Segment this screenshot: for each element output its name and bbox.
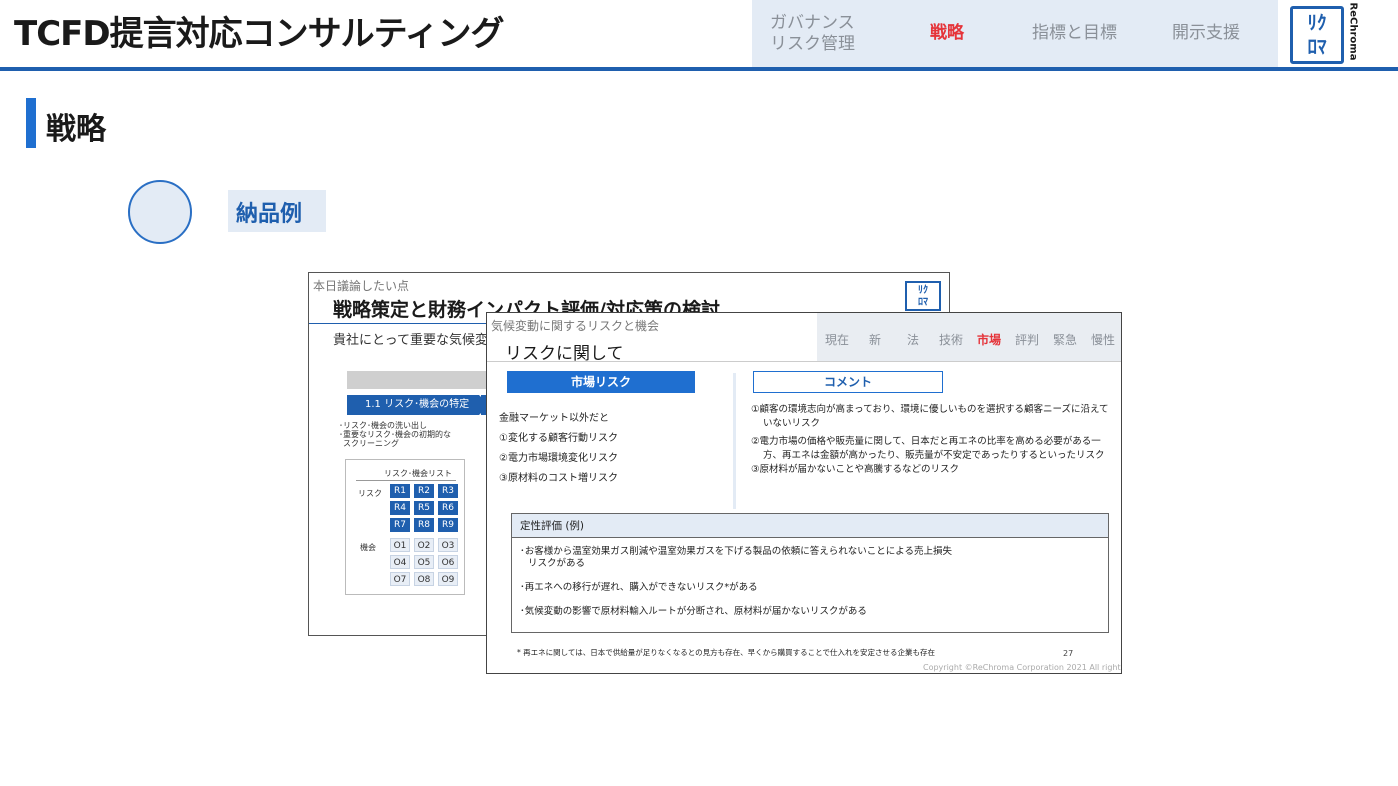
comment-line: いないリスク [763, 418, 821, 429]
opportunity-cell: O6 [438, 555, 458, 569]
evaluation-header: 定性評価 (例) [512, 514, 1108, 538]
nav-governance-label: ガバナンス [770, 13, 855, 33]
comment-header: コメント [753, 371, 943, 393]
market-risk-list: 金融マーケット以外だと ①変化する顧客行動リスク ②電力市場環境変化リスク ③原… [499, 409, 618, 489]
page-title: TCFD提言対応コンサルティング [14, 14, 505, 54]
deliverable-label: 納品例 [228, 190, 326, 232]
opportunity-cell: O5 [414, 555, 434, 569]
list-title: リスク･機会リスト [384, 469, 452, 478]
comment-line: ②電力市場の価格や販売量に関して、日本だと再エネの比率を高める必要がある一 [751, 436, 1101, 447]
logo-mark: ﾘｸ ﾛﾏ [1290, 6, 1344, 64]
evaluation-item: ･再エネへの移行が遅れ、購入ができないリスク*がある [520, 582, 758, 593]
comment-line: ①顧客の環境志向が高まっており、環境に優しいものを選択する顧客ニーズに沿えて [751, 404, 1109, 415]
nav-risk-label: リスク管理 [770, 34, 855, 54]
tab-reputation: 評判 [1015, 333, 1040, 347]
market-risk-header: 市場リスク [507, 371, 695, 393]
opportunity-cell: O3 [438, 538, 458, 552]
section-title: 戦略 [46, 112, 106, 147]
opportunity-cell: O2 [414, 538, 434, 552]
risk-cell: R9 [438, 518, 458, 532]
nav-metrics-targets[interactable]: 指標と目標 [1032, 23, 1117, 44]
step-bullet: ･重要なリスク･機会の初期的な [339, 430, 451, 439]
slide-tabs: 現在 新 法 技術 市場 評判 緊急 慢性 [817, 313, 1121, 361]
risk-row-label: リスク [358, 489, 382, 498]
step-bullet: スクリーニング [343, 439, 399, 448]
column-divider [733, 373, 736, 509]
risk-cell: R8 [414, 518, 434, 532]
evaluation-item: ･気候変動の影響で原材料輸入ルートが分断され、原材料が届かないリスクがある [520, 606, 867, 617]
step-bullet: ･リスク･機会の洗い出し [339, 421, 427, 430]
logo-line1: ﾘｸ [1307, 12, 1327, 34]
nav-governance-risk[interactable]: ガバナンス リスク管理 [770, 13, 880, 55]
nav-strategy[interactable]: 戦略 [930, 23, 964, 44]
market-risk-item: ②電力市場環境変化リスク [499, 453, 618, 464]
step-bullets: ･リスク･機会の洗い出し ･重要なリスク･機会の初期的な スクリーニング [339, 421, 451, 448]
comment-line: ③原材料が届かないことや高騰するなどのリスク [751, 464, 960, 475]
logo-wordmark-text: ReChroma [1347, 2, 1359, 61]
logo-wordmark: ReChroma [1344, 2, 1362, 66]
slide-footnote: * 再エネに関しては、日本で供給量が足りなくなるとの見方も存在、早くから購買する… [517, 648, 935, 657]
risk-cell: R4 [390, 501, 410, 515]
tab-acute: 緊急 [1053, 333, 1078, 347]
list-divider [356, 480, 456, 481]
opportunity-cell: O7 [390, 572, 410, 586]
tab-law: 法 [907, 333, 920, 347]
slide-kicker: 本日議論したい点 [313, 279, 410, 293]
risk-cell: R1 [390, 484, 410, 498]
company-logo[interactable]: ﾘｸ ﾛﾏ ReChroma [1286, 2, 1362, 66]
slide-copyright: Copyright ©ReChroma Corporation 2021 All… [923, 663, 1121, 672]
opportunity-cell: O4 [390, 555, 410, 569]
risk-cell: R2 [414, 484, 434, 498]
market-risk-item: 金融マーケット以外だと [499, 413, 609, 424]
slide-subtitle: 貴社にとって重要な気候変動 [333, 333, 501, 348]
logo-line2: ﾛﾏ [1307, 36, 1327, 58]
tab-current: 現在 [825, 333, 850, 347]
tab-chronic: 慢性 [1091, 333, 1116, 347]
step-arrow: 1.1 リスク･機会の特定 [347, 395, 489, 415]
header: TCFD提言対応コンサルティング ガバナンス リスク管理 戦略 指標と目標 開示… [0, 0, 1398, 71]
opportunity-cell: O8 [414, 572, 434, 586]
opportunity-cell: O9 [438, 572, 458, 586]
evaluation-item: ･お客様から温室効果ガス削減や温室効果ガスを下げる製品の依頼に答えられないことに… [520, 546, 952, 557]
risk-opportunity-list: リスク･機会リスト リスク 機会 R1 R2 R3 R4 R5 R6 R7 R8… [345, 459, 465, 595]
qualitative-evaluation-box: 定性評価 (例) ･お客様から温室効果ガス削減や温室効果ガスを下げる製品の依頼に… [511, 513, 1109, 633]
slide-divider [487, 361, 1121, 362]
step-circle-icon [128, 180, 192, 244]
slide-page-number: 27 [1063, 649, 1074, 658]
slide-kicker: 気候変動に関するリスクと機会 [491, 319, 660, 333]
top-nav: ガバナンス リスク管理 戦略 指標と目標 開示支援 [752, 0, 1278, 67]
slide-logo-icon: ﾘｸ ﾛﾏ [905, 281, 941, 311]
sample-slide-front: 気候変動に関するリスクと機会 リスクに関して 現在 新 法 技術 市場 評判 緊… [486, 312, 1122, 674]
header-divider [0, 67, 1398, 71]
tab-market: 市場 [977, 333, 1002, 347]
comment-list: ①顧客の環境志向が高まっており、環境に優しいものを選択する顧客ニーズに沿えて い… [751, 403, 1109, 477]
market-risk-item: ①変化する顧客行動リスク [499, 433, 618, 444]
deliverable-label-text: 納品例 [236, 202, 303, 227]
slide-phase-bar [347, 371, 487, 389]
opportunity-cell: O1 [390, 538, 410, 552]
tab-new: 新 [869, 333, 882, 347]
risk-cell: R3 [438, 484, 458, 498]
tab-technology: 技術 [939, 333, 964, 347]
risk-cell: R5 [414, 501, 434, 515]
risk-cell: R6 [438, 501, 458, 515]
opportunity-row-label: 機会 [360, 543, 376, 552]
risk-cell: R7 [390, 518, 410, 532]
section-accent-bar [26, 98, 36, 148]
comment-line: 方、再エネは金額が高かったり、販売量が不安定であったりするといったリスク [763, 450, 1105, 461]
market-risk-item: ③原材料のコスト増リスク [499, 473, 618, 484]
nav-disclosure-support[interactable]: 開示支援 [1172, 23, 1240, 44]
evaluation-list: ･お客様から温室効果ガス削減や温室効果ガスを下げる製品の依頼に答えられないことに… [520, 546, 952, 630]
evaluation-item: リスクがある [528, 558, 586, 569]
